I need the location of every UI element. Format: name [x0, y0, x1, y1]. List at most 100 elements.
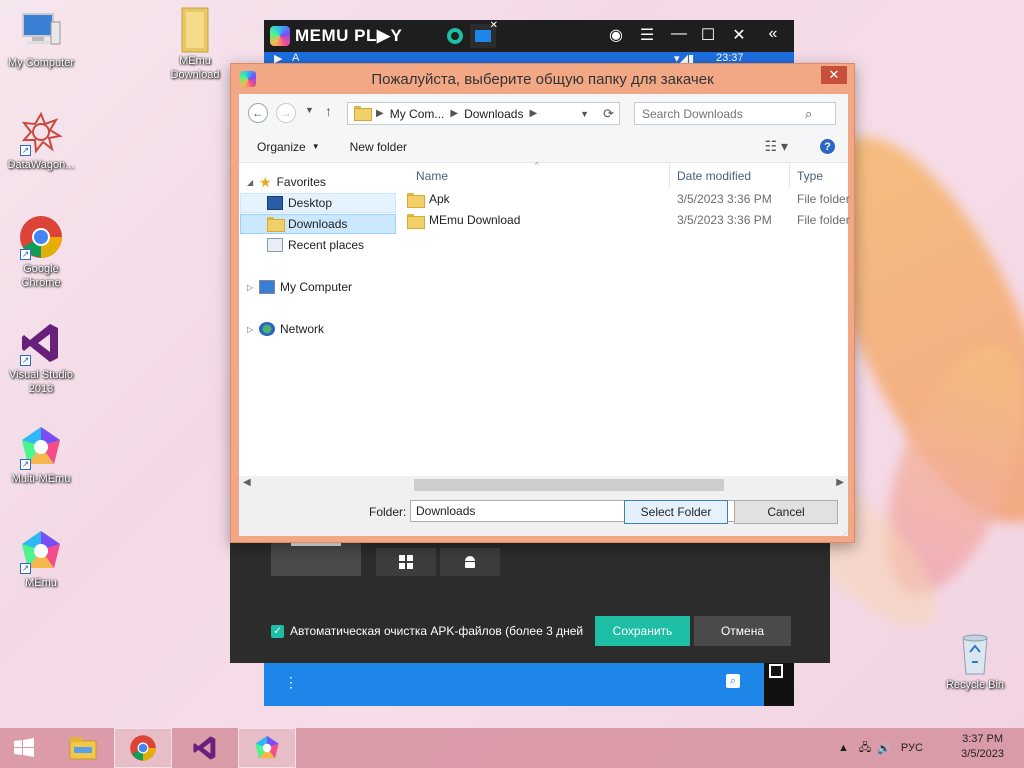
desktop-icon-memu[interactable]: ↗ MEmu	[0, 528, 82, 590]
breadcrumb-my-computer[interactable]: My Com...	[390, 107, 445, 121]
help-icon[interactable]: ?	[820, 139, 835, 154]
scroll-right-icon[interactable]: ▶	[836, 477, 844, 488]
scrollbar-thumb[interactable]	[414, 479, 724, 491]
dialog-close-button[interactable]: ✕	[821, 66, 847, 84]
input-language[interactable]: РУС	[901, 742, 923, 754]
apk-cleanup-checkbox[interactable]: ✓ Автоматическая очистка APK-файлов (бол…	[271, 624, 583, 638]
search-icon: ⌕	[805, 105, 813, 121]
show-hidden-icons-icon[interactable]: ▲	[838, 742, 849, 754]
memu-home-tab[interactable]	[442, 24, 468, 48]
sort-ascending-icon: ^	[535, 161, 539, 170]
taskbar: ▲ 🖧 🔊 РУС 3:37 PM 3/5/2023	[0, 728, 1024, 768]
select-folder-dialog: Пожалуйста, выберите общую папку для зак…	[230, 63, 855, 543]
desktop-icon-my-computer[interactable]: My Computer	[0, 8, 82, 70]
address-bar[interactable]: ▶ My Com... ▶ Downloads ▶ ▼ ⟳	[347, 102, 620, 125]
fullscreen-icon[interactable]	[769, 664, 783, 678]
search-input[interactable]	[635, 106, 805, 121]
windows-tile-button[interactable]	[376, 548, 436, 576]
column-header-name[interactable]: Name	[416, 169, 448, 183]
breadcrumb-downloads[interactable]: Downloads	[464, 107, 523, 121]
android-tile-button[interactable]	[440, 548, 500, 576]
folder-icon	[172, 6, 218, 53]
account-icon[interactable]: ◉	[605, 25, 627, 45]
desktop-icon-google-chrome[interactable]: ↗ Google Chrome	[0, 214, 82, 290]
recent-locations-dropdown[interactable]: ▼	[305, 105, 314, 115]
column-divider[interactable]	[789, 163, 790, 187]
expanded-icon: ◢	[247, 177, 254, 187]
downloads-folder-icon	[267, 217, 285, 232]
taskbar-visual-studio[interactable]	[176, 728, 234, 768]
nav-my-computer[interactable]: ▷ My Computer	[247, 277, 352, 297]
close-icon: ✕	[828, 67, 840, 82]
folder-icon	[407, 192, 425, 208]
nav-favorites[interactable]: ◢ ★ Favorites	[247, 172, 326, 192]
maximize-icon[interactable]: ☐	[697, 25, 719, 45]
column-header-date-modified[interactable]: Date modified	[677, 169, 751, 183]
forward-arrow-icon: →	[280, 106, 292, 120]
nav-desktop[interactable]: Desktop	[240, 193, 396, 213]
desktop-icon-memu-download[interactable]: MEmu Download	[154, 6, 236, 82]
list-item[interactable]: MEmu Download 3/5/2023 3:36 PM File fold…	[407, 210, 850, 230]
nav-downloads[interactable]: Downloads	[240, 214, 396, 234]
file-explorer-icon	[69, 737, 97, 760]
memu-android-tab[interactable]: ✕	[470, 20, 498, 48]
desktop-icon-datawagon[interactable]: ↗ DataWagon...	[0, 110, 82, 172]
checkbox-checked-icon: ✓	[271, 624, 284, 638]
close-icon[interactable]: ✕	[728, 25, 750, 45]
nav-recent-places[interactable]: Recent places	[240, 235, 396, 255]
back-button[interactable]: ←	[248, 103, 268, 123]
navigation-pane: ◢ ★ Favorites Desktop Downloads Recent p…	[239, 163, 399, 453]
desktop-icon-multi-memu[interactable]: ↗ Multi-MEmu	[0, 424, 82, 486]
recycle-bin-icon	[952, 630, 998, 676]
change-view-icon[interactable]: ☷ ▾	[765, 138, 788, 155]
windows-logo-icon	[14, 738, 34, 757]
command-bar: Organize ▼ New folder ☷ ▾ ?	[239, 131, 848, 163]
clock[interactable]: 3:37 PM 3/5/2023	[961, 732, 1004, 762]
memu-logo-icon	[270, 26, 290, 46]
memu-logo: MEMU PL▶Y	[270, 26, 402, 46]
address-dropdown-icon[interactable]: ▼	[580, 109, 589, 119]
search-icon[interactable]: ⌕	[726, 674, 740, 688]
datawagon-icon: ↗	[18, 110, 64, 156]
clock-time: 3:37 PM	[962, 733, 1004, 745]
search-box[interactable]: ⌕	[634, 102, 836, 125]
menu-icon[interactable]: ☰	[636, 25, 658, 45]
taskbar-chrome[interactable]	[114, 728, 172, 768]
resize-grip-icon[interactable]: ⋰	[842, 529, 850, 538]
star-icon: ★	[259, 173, 272, 190]
list-item[interactable]: Apk 3/5/2023 3:36 PM File folder	[407, 189, 850, 209]
save-button[interactable]: Сохранить	[595, 616, 690, 646]
organize-button[interactable]: Organize ▼	[257, 140, 320, 154]
select-folder-button[interactable]: Select Folder	[624, 500, 728, 524]
dialog-body: ← → ▼ ↑ ▶ My Com... ▶ Downloads ▶ ▼ ⟳ ⌕ …	[239, 94, 850, 536]
horizontal-scrollbar[interactable]: ◀ ▶	[239, 476, 848, 493]
start-button[interactable]	[0, 728, 48, 768]
refresh-icon[interactable]: ⟳	[603, 106, 614, 122]
taskbar-memu[interactable]	[238, 728, 296, 768]
desktop-icon-visual-studio[interactable]: ↗ Visual Studio 2013	[0, 320, 82, 396]
forward-button[interactable]: →	[276, 103, 296, 123]
volume-icon[interactable]: 🔊	[877, 742, 891, 755]
nav-network[interactable]: ▷ Network	[247, 319, 324, 339]
screen-tab-icon	[475, 30, 491, 42]
visual-studio-icon	[193, 736, 216, 760]
scroll-left-icon[interactable]: ◀	[243, 477, 251, 488]
breadcrumb-separator-icon: ▶	[529, 108, 538, 119]
shortcut-arrow-icon: ↗	[20, 563, 31, 574]
column-divider[interactable]	[669, 163, 670, 187]
tab-close-icon[interactable]: ✕	[490, 20, 498, 31]
more-icon[interactable]: ⋮	[284, 674, 298, 691]
up-button[interactable]: ↑	[325, 103, 332, 119]
minimize-icon[interactable]: —	[668, 25, 690, 43]
network-tray-icon[interactable]: 🖧	[859, 739, 871, 758]
back-arrow-icon: ←	[252, 106, 264, 120]
dialog-cancel-button[interactable]: Cancel	[734, 500, 838, 524]
collapsed-icon: ▷	[247, 324, 254, 334]
collapse-sidebar-icon[interactable]: «	[762, 25, 784, 43]
column-header-type[interactable]: Type	[797, 169, 823, 183]
collapsed-icon: ▷	[247, 282, 254, 292]
cancel-button[interactable]: Отмена	[694, 616, 791, 646]
taskbar-file-explorer[interactable]	[54, 728, 112, 768]
new-folder-button[interactable]: New folder	[350, 140, 407, 154]
desktop-icon-recycle-bin[interactable]: Recycle Bin	[934, 630, 1016, 692]
